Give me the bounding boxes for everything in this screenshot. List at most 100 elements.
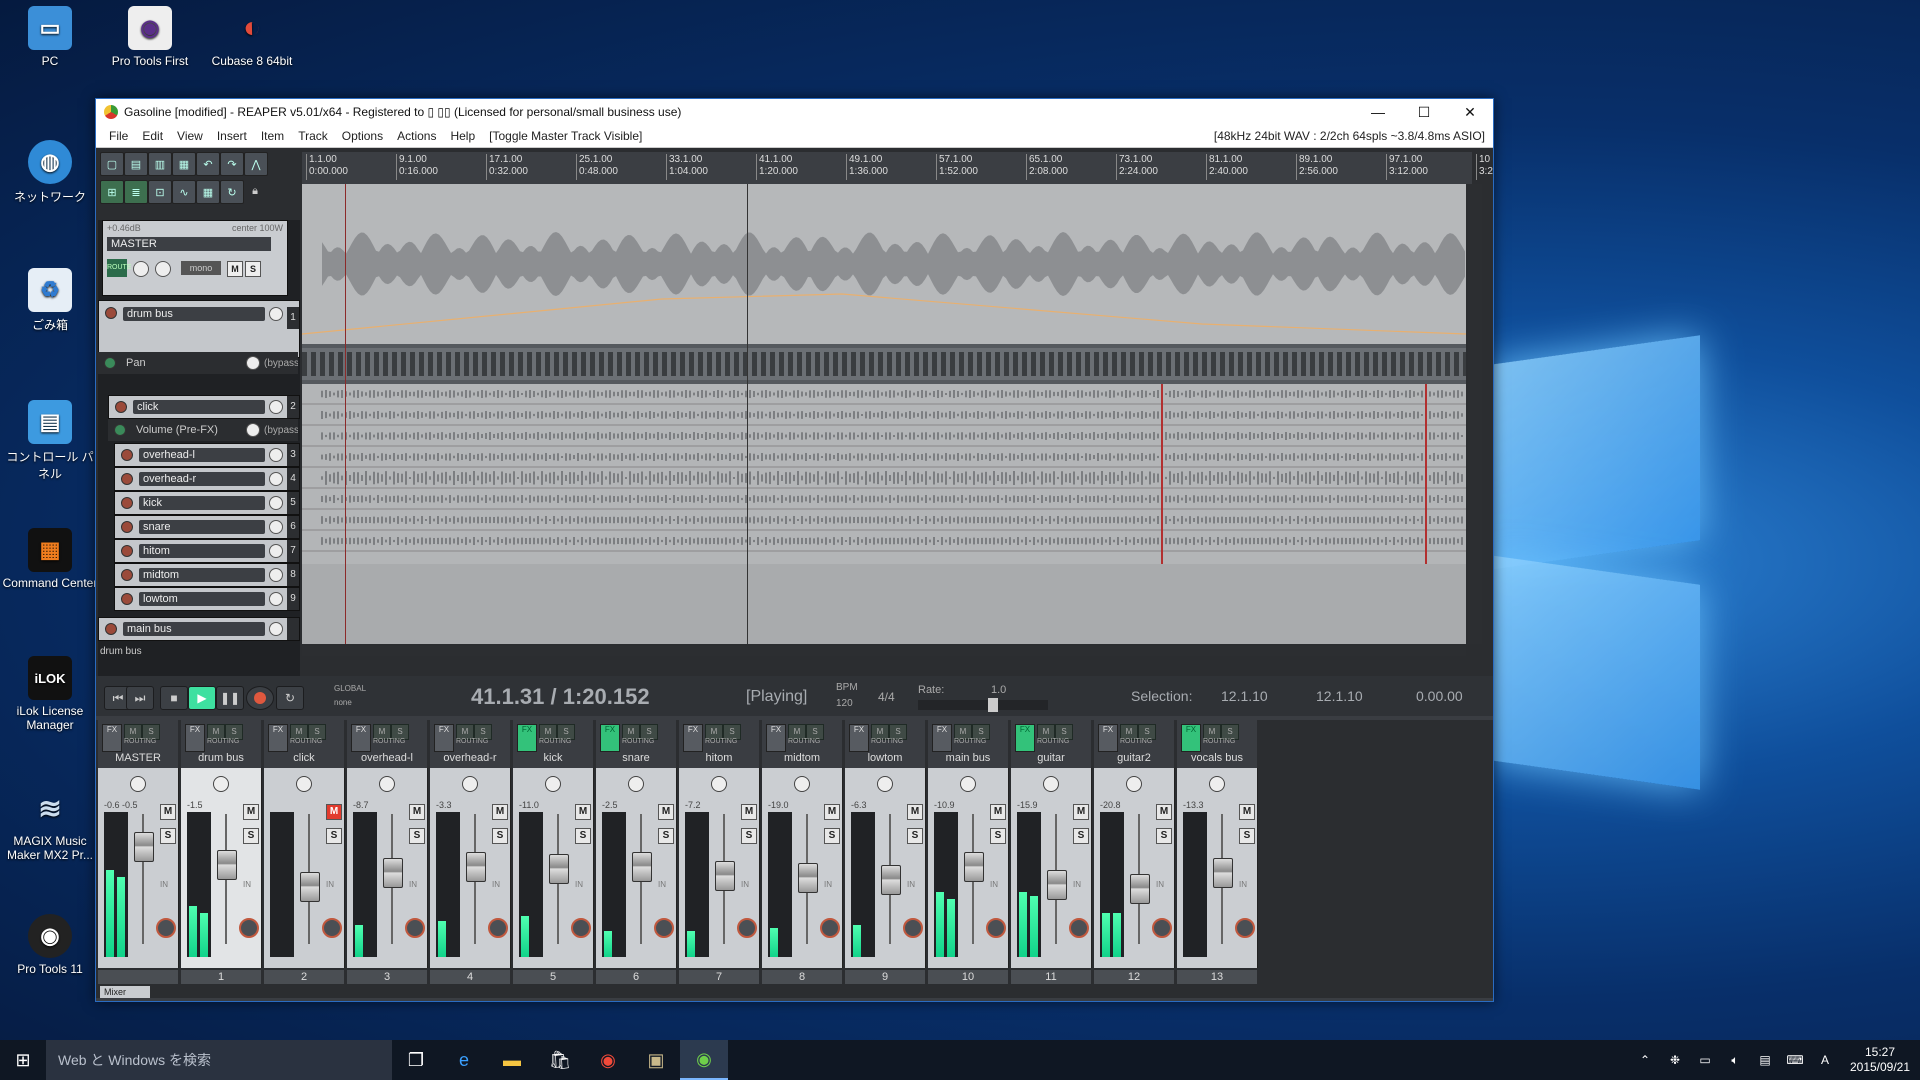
record-arm-button[interactable] [1069,918,1089,938]
mute-button[interactable]: M [990,804,1006,820]
menu-edit[interactable]: Edit [135,129,170,143]
envelope-knob[interactable] [246,423,260,437]
track-name[interactable]: overhead-l [139,448,265,462]
envelope-icon[interactable]: ∿ [172,180,196,204]
solo-button[interactable]: S [658,828,674,844]
fx-button[interactable]: FX [849,724,869,752]
solo-button[interactable]: S [1073,828,1089,844]
fx-button[interactable]: FX [434,724,454,752]
track-name[interactable]: snare [139,520,265,534]
menu-options[interactable]: Options [335,129,390,143]
input-monitor-button[interactable]: IN [1156,880,1164,889]
input-monitor-button[interactable]: IN [741,880,749,889]
save-project-icon[interactable]: ▥ [148,152,172,176]
record-arm-button[interactable] [654,918,674,938]
open-project-icon[interactable]: ▤ [124,152,148,176]
mute-button[interactable]: M [907,804,923,820]
record-arm-button[interactable] [488,918,508,938]
master-mono-button[interactable]: mono [181,261,221,275]
record-arm-button[interactable] [405,918,425,938]
fx-button[interactable]: FX [766,724,786,752]
master-track[interactable]: +0.46dB center 100W MASTER ROUTE mono M … [102,220,288,296]
track-lowtom[interactable]: lowtom 9 [114,587,300,611]
record-arm-icon[interactable] [121,473,133,485]
app-icon[interactable]: ▣ [632,1040,680,1080]
solo-button[interactable]: S [907,828,923,844]
rate-slider[interactable] [918,698,1048,712]
record-arm-button[interactable] [239,918,259,938]
volume-fader[interactable] [217,849,237,880]
fx-button[interactable]: FX [517,724,537,752]
position-readout[interactable]: 41.1.31 / 1:20.152 [471,684,650,710]
pan-knob[interactable] [379,776,395,792]
fx-button[interactable]: FX [351,724,371,752]
track-name[interactable]: overhead-r [139,472,265,486]
mixer-strip[interactable]: FX M S ROUTING kick -11.0 M S IN 5 [513,720,595,998]
title-bar[interactable]: Gasoline [modified] - REAPER v5.01/x64 -… [96,99,1493,125]
pan-knob[interactable] [877,776,893,792]
track-hitom[interactable]: hitom 7 [114,539,300,563]
pan-knob[interactable] [1209,776,1225,792]
solo-button[interactable]: S [824,828,840,844]
track-name[interactable]: lowtom [139,592,265,606]
volume-knob[interactable] [269,496,283,510]
search-box[interactable]: Web と Windows を検索 [46,1040,392,1080]
new-project-icon[interactable]: ▢ [100,152,124,176]
selection-end[interactable]: 12.1.10 [1316,688,1363,704]
volume-knob[interactable] [269,448,283,462]
solo-button[interactable]: S [409,828,425,844]
repeat-button[interactable]: ↻ [276,686,304,710]
input-monitor-button[interactable]: IN [1073,880,1081,889]
solo-button[interactable]: S [741,828,757,844]
solo-button[interactable]: S [1156,828,1172,844]
volume-fader[interactable] [964,852,984,882]
fx-button[interactable]: FX [683,724,703,752]
record-arm-button[interactable] [156,918,176,938]
go-to-end-button[interactable]: ⏭ [126,686,154,710]
mute-button[interactable]: M [658,804,674,820]
track-lanes[interactable] [302,184,1466,644]
input-monitor-button[interactable]: IN [990,880,998,889]
input-monitor-button[interactable]: IN [907,880,915,889]
pan-knob[interactable] [296,776,312,792]
record-arm-icon[interactable] [121,521,133,533]
fx-button[interactable]: FX [102,724,122,752]
mixer-strip[interactable]: FX M S ROUTING snare -2.5 M S IN 6 [596,720,678,998]
mixer-strip[interactable]: FX M S ROUTING drum bus -1.5 M S IN 1 [181,720,263,998]
input-monitor-button[interactable]: IN [658,880,666,889]
track-snare[interactable]: snare 6 [114,515,300,539]
routing-button[interactable]: ROUTING [705,738,757,745]
mixer-strip[interactable]: FX M S ROUTING guitar2 -20.8 M S IN 12 [1094,720,1176,998]
menu-actions[interactable]: Actions [390,129,443,143]
volume-fader[interactable] [134,832,154,863]
drum-bus-lane[interactable] [302,184,1466,344]
record-button[interactable] [246,686,274,710]
volume-knob[interactable] [269,400,283,414]
mixer-strip[interactable]: FX M S ROUTING MASTER -0.6 -0.5 M S IN [98,720,180,998]
menu-insert[interactable]: Insert [210,129,254,143]
selection-start[interactable]: 12.1.10 [1221,688,1268,704]
click-lane[interactable] [302,344,1466,384]
volume-knob[interactable] [269,544,283,558]
desktop-icon-pc[interactable]: ▭ PC [2,6,98,68]
fx-button[interactable]: FX [268,724,288,752]
pan-knob[interactable] [545,776,561,792]
mixer-strip[interactable]: FX M S ROUTING vocals bus -13.3 M S IN 13 [1177,720,1259,998]
mute-button[interactable]: M [1073,804,1089,820]
envelope-lane-volume[interactable]: Volume (Pre-FX) (bypass [108,419,298,441]
clock[interactable]: 15:27 2015/09/21 [1840,1045,1920,1075]
track-kick[interactable]: kick 5 [114,491,300,515]
snap-icon[interactable]: ⊞ [100,180,124,204]
routing-button[interactable]: ROUTING [954,738,1006,745]
track-overhead-l[interactable]: overhead-l 3 [114,443,300,467]
desktop-icon-recycle-bin[interactable]: ♻ ごみ箱 [2,268,98,333]
routing-button[interactable]: ROUTING [788,738,840,745]
lock-icon[interactable]: 🔒︎ [244,180,266,202]
track-main-bus[interactable]: main bus [98,617,300,641]
mixer-strip[interactable]: FX M S ROUTING main bus -10.9 M S IN 10 [928,720,1010,998]
menu-track[interactable]: Track [291,129,335,143]
volume-knob[interactable] [269,592,283,606]
volume-fader[interactable] [383,857,403,888]
vertical-scrollbar[interactable] [1468,184,1482,644]
pan-knob[interactable] [711,776,727,792]
